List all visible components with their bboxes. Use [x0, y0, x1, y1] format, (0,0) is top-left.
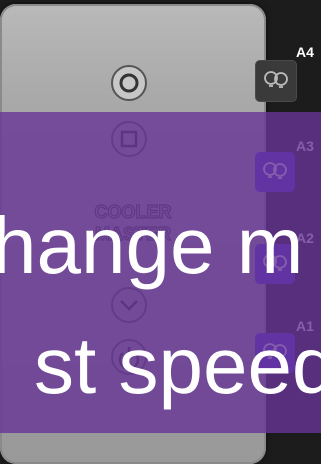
top-round-button[interactable]	[106, 60, 152, 106]
circle-icon	[111, 65, 147, 101]
key-label-a4: A4	[296, 44, 314, 60]
bulbs-icon	[264, 71, 288, 88]
purple-overlay	[0, 112, 321, 433]
macro-key-a4[interactable]	[255, 60, 297, 102]
